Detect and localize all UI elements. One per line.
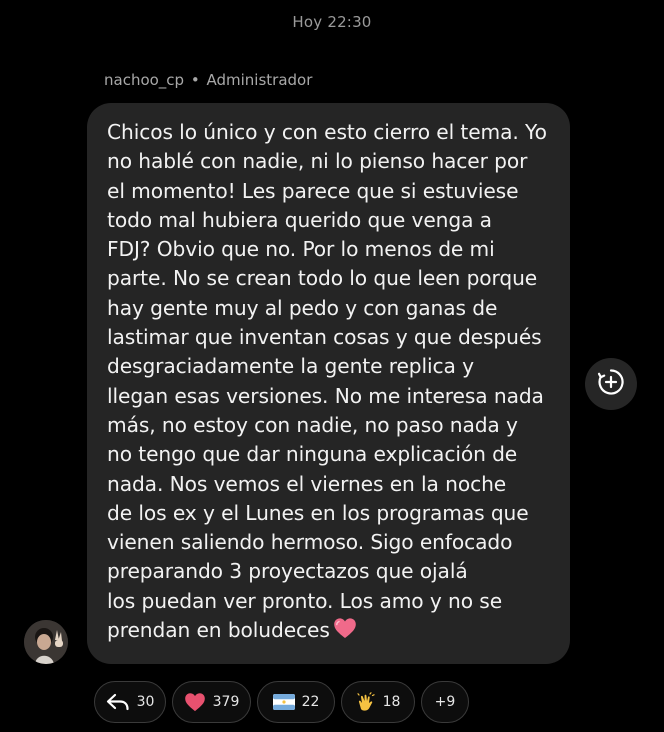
clap-reaction-chip[interactable]: 18 — [341, 681, 415, 723]
heart-count: 379 — [212, 694, 240, 710]
add-reaction-button[interactable] — [585, 358, 637, 410]
message-line: parte. No se crean todo lo que leen porq… — [107, 266, 538, 291]
message-line: todo mal hubiera querido que venga a — [107, 207, 492, 232]
argentina-flag-icon — [272, 694, 295, 710]
separator-dot: • — [190, 71, 200, 89]
message-line: prendan en boludeces — [107, 618, 330, 643]
add-reaction-icon — [596, 367, 626, 401]
flag-count: 22 — [301, 694, 320, 710]
message-line: vienen saliendo hermoso. Sigo enfocado — [107, 530, 513, 555]
message-line: nada. Nos vemos el viernes en la noche — [107, 471, 507, 496]
avatar[interactable] — [24, 620, 68, 664]
sender-role: Administrador — [206, 71, 313, 89]
message-timestamp: Hoy 22:30 — [292, 13, 372, 31]
more-reactions-chip[interactable]: +9 — [421, 681, 469, 723]
clap-count: 18 — [382, 694, 401, 710]
sender-name[interactable]: nachoo_cp — [104, 71, 184, 89]
message-text: Chicos lo único y con esto cierro el tem… — [107, 118, 556, 647]
message-line: de los ex y el Lunes en los programas qu… — [107, 500, 529, 525]
replies-chip[interactable]: 30 — [94, 681, 166, 723]
message-line: preparando 3 proyectazos que ojalá — [107, 559, 468, 584]
sender-line: nachoo_cp • Administrador — [104, 71, 312, 89]
message-line: Chicos lo único y con esto cierro el tem… — [107, 120, 547, 144]
flag-reaction-chip[interactable]: 22 — [257, 681, 335, 723]
heart-reaction-chip[interactable]: 379 — [172, 681, 251, 723]
message-line: no tengo que dar ninguna explicación de — [107, 442, 518, 467]
more-reactions-label: +9 — [434, 694, 456, 710]
message-line: hay gente muy al pedo y con ganas de — [107, 295, 498, 320]
reactions-bar: 30 379 22 18 +9 — [94, 681, 469, 723]
message-line: desgraciadamente la gente replica y — [107, 354, 474, 379]
pink-heart-icon — [333, 617, 357, 647]
message-line: no hablé con nadie, ni lo pienso hacer p… — [107, 149, 528, 174]
message-line: lastimar que inventan cosas y que despué… — [107, 325, 542, 350]
message-line: más, no estoy con nadie, no paso nada y — [107, 412, 518, 437]
message-line: FDJ? Obvio que no. Por lo menos de mi — [107, 237, 495, 262]
clapping-hands-icon — [356, 692, 376, 712]
reply-arrow-icon — [106, 693, 130, 711]
heart-icon — [184, 692, 206, 712]
message-line: los puedan ver pronto. Los amo y no se — [107, 588, 503, 613]
message-line: el momento! Les parece que si estuviese — [107, 178, 519, 203]
replies-count: 30 — [136, 694, 155, 710]
message-bubble[interactable]: Chicos lo único y con esto cierro el tem… — [87, 103, 570, 664]
message-line: llegan esas versiones. No me interesa na… — [107, 383, 544, 408]
